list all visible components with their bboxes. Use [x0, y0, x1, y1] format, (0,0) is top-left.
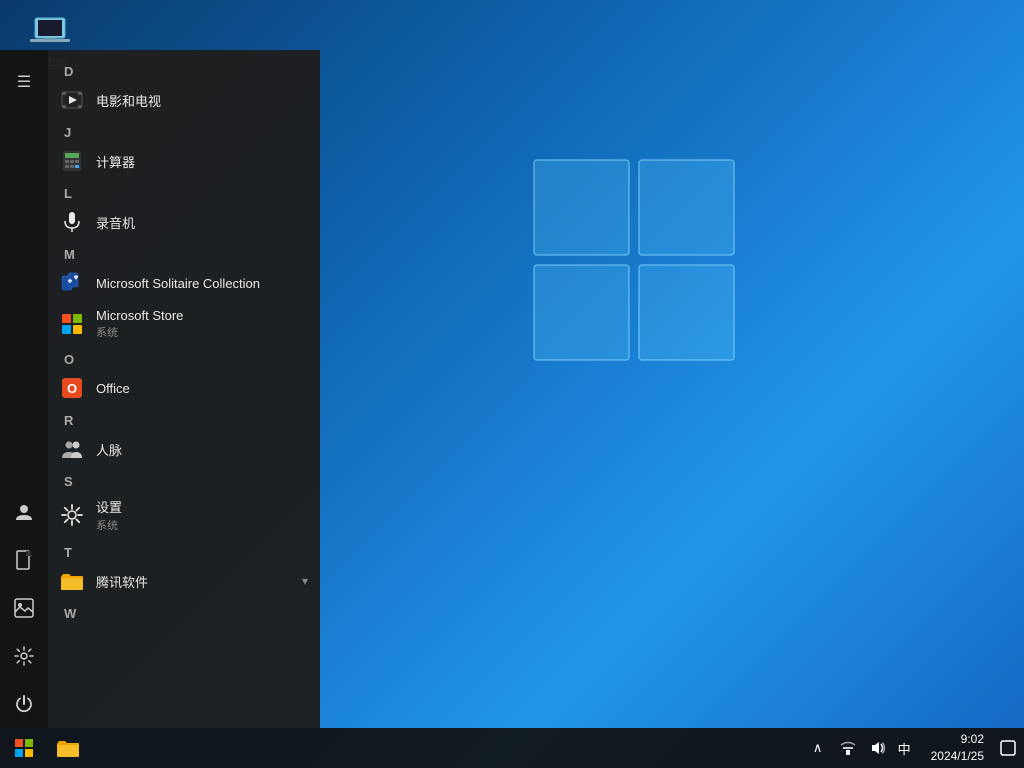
app-info-movies: 电影和电视: [96, 91, 161, 110]
section-header-l: L: [48, 180, 320, 203]
solitaire-icon: ♠ ♥: [60, 271, 84, 295]
app-info-store: Microsoft Store 系统: [96, 308, 183, 340]
app-item-tencent[interactable]: 腾讯软件 ▾: [48, 562, 320, 600]
volume-icon: [870, 740, 886, 756]
notification-button[interactable]: [992, 728, 1024, 768]
hamburger-icon: ☰: [17, 72, 31, 92]
section-header-t: T: [48, 539, 320, 562]
app-name-solitaire: Microsoft Solitaire Collection: [96, 276, 260, 291]
app-item-settings[interactable]: 设置 系统: [48, 491, 320, 539]
section-header-d: D: [48, 58, 320, 81]
app-subtitle-settings: 系统: [96, 517, 122, 533]
settings-app-icon: [60, 503, 84, 527]
app-item-store[interactable]: Microsoft Store 系统: [48, 302, 320, 346]
app-info-settings: 设置 系统: [96, 497, 122, 533]
tray-expand-icon: ∧: [813, 740, 823, 756]
sidebar-user-button[interactable]: [0, 488, 48, 536]
file-explorer-button[interactable]: [48, 728, 88, 768]
section-header-o: O: [48, 346, 320, 369]
app-name-movies: 电影和电视: [96, 91, 161, 110]
tencent-folder-icon: [60, 569, 84, 593]
app-name-settings: 设置: [96, 497, 122, 516]
hamburger-button[interactable]: ☰: [0, 58, 48, 106]
clock-button[interactable]: 9:02 2024/1/25: [923, 728, 992, 768]
app-info-tencent: 腾讯软件: [96, 572, 148, 591]
file-explorer-icon: [57, 739, 79, 757]
app-name-recorder: 录音机: [96, 213, 135, 232]
app-item-calculator[interactable]: 计算器: [48, 142, 320, 180]
app-info-recorder: 录音机: [96, 213, 135, 232]
volume-icon-button[interactable]: [864, 728, 892, 768]
sidebar-document-button[interactable]: [0, 536, 48, 584]
people-icon: [60, 437, 84, 461]
app-item-people[interactable]: 人脉: [48, 430, 320, 468]
app-name-office: Office: [96, 381, 130, 396]
app-item-office[interactable]: O Office: [48, 369, 320, 407]
calculator-icon: [60, 149, 84, 173]
notification-icon: [1000, 740, 1016, 756]
app-info-calculator: 计算器: [96, 152, 135, 171]
system-tray: ∧ 中: [804, 728, 923, 768]
start-sidebar: ☰: [0, 50, 48, 728]
store-icon: [60, 312, 84, 336]
app-list[interactable]: D 电影和电视 J: [48, 50, 320, 728]
power-icon: [14, 694, 34, 714]
sidebar-settings-button[interactable]: [0, 632, 48, 680]
clock-time: 9:02: [961, 731, 984, 748]
app-info-solitaire: Microsoft Solitaire Collection: [96, 276, 260, 291]
tray-chevron-button[interactable]: ∧: [804, 728, 832, 768]
network-icon: [840, 740, 856, 756]
windows-logo-decoration: [524, 150, 744, 370]
app-info-office: Office: [96, 381, 130, 396]
photos-icon: [14, 598, 34, 618]
app-subtitle-store: 系统: [96, 324, 183, 340]
start-button[interactable]: [0, 728, 48, 768]
sidebar-photos-button[interactable]: [0, 584, 48, 632]
section-header-j: J: [48, 119, 320, 142]
section-header-s: S: [48, 468, 320, 491]
movies-icon: [60, 88, 84, 112]
clock-date: 2024/1/25: [931, 748, 984, 765]
office-icon: O: [60, 376, 84, 400]
section-header-m: M: [48, 241, 320, 264]
this-pc-icon: [30, 15, 70, 50]
recorder-icon: [60, 210, 84, 234]
app-name-store: Microsoft Store: [96, 308, 183, 323]
windows-logo-icon: [15, 739, 33, 757]
document-icon: [15, 550, 33, 570]
sidebar-power-button[interactable]: [0, 680, 48, 728]
network-icon-button[interactable]: [834, 728, 862, 768]
start-menu: ☰: [0, 50, 320, 728]
app-name-people: 人脉: [96, 440, 122, 459]
app-item-movies[interactable]: 电影和电视: [48, 81, 320, 119]
app-item-solitaire[interactable]: ♠ ♥ Microsoft Solitaire Collection: [48, 264, 320, 302]
app-name-calculator: 计算器: [96, 152, 135, 171]
settings-sidebar-icon: [14, 646, 34, 666]
desktop: 此电脑 ☰: [0, 0, 1024, 768]
app-info-people: 人脉: [96, 440, 122, 459]
app-name-tencent: 腾讯软件: [96, 572, 148, 591]
lang-label: 中: [898, 742, 911, 757]
svg-text:♥: ♥: [74, 273, 79, 282]
app-item-recorder[interactable]: 录音机: [48, 203, 320, 241]
user-icon: [14, 502, 34, 522]
taskbar: ∧ 中 9:02 2024: [0, 728, 1024, 768]
section-header-r: R: [48, 407, 320, 430]
section-header-w: W: [48, 600, 320, 623]
expand-icon: ▾: [302, 574, 308, 588]
svg-text:O: O: [67, 381, 77, 396]
input-method-indicator[interactable]: 中: [894, 739, 915, 758]
